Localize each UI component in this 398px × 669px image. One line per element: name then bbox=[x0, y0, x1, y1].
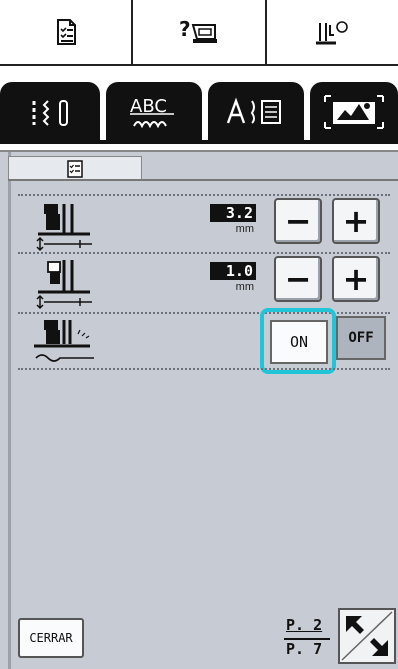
off-button[interactable]: OFF bbox=[336, 316, 386, 360]
pivot-height-value: 1.0 mm bbox=[210, 262, 256, 296]
setting-row-presser-foot-height: 3.2 mm − + bbox=[20, 198, 390, 254]
help-button[interactable]: ? bbox=[133, 0, 267, 64]
value-unit: mm bbox=[235, 281, 254, 293]
embroidery-icon bbox=[324, 95, 384, 129]
screen: ? ABC 3.2 mm − + 1.0 mm − + ON OFF CERRA… bbox=[0, 0, 398, 669]
setting-row-pivot-height: 1.0 mm − + bbox=[20, 256, 390, 312]
page-scroll-button[interactable] bbox=[338, 608, 396, 664]
tab-underline bbox=[100, 140, 398, 144]
decrease-button[interactable]: − bbox=[274, 198, 322, 244]
help-machine-icon: ? bbox=[179, 17, 217, 43]
page-scroll-icon bbox=[341, 611, 393, 661]
tab-decorative-stitches[interactable] bbox=[208, 82, 304, 142]
tab-utility-stitches[interactable] bbox=[0, 82, 100, 144]
decorative-stitch-icon bbox=[226, 97, 281, 124]
page-current: P. 2 bbox=[286, 616, 323, 634]
panel-border bbox=[8, 152, 11, 669]
pivot-height-icon bbox=[36, 260, 92, 310]
utility-stitch-icon bbox=[32, 100, 68, 126]
settings-sheet-icon bbox=[56, 19, 76, 45]
decrease-button[interactable]: − bbox=[274, 256, 322, 302]
character-stitch-icon: ABC bbox=[130, 96, 174, 129]
value-number: 3.2 bbox=[210, 204, 256, 222]
settings-panel: 3.2 mm − + 1.0 mm − + ON OFF CERRAR P. 2… bbox=[0, 150, 398, 669]
divider bbox=[18, 252, 390, 254]
settings-button[interactable] bbox=[0, 0, 134, 64]
svg-text:?: ? bbox=[179, 17, 191, 41]
increase-button[interactable]: + bbox=[332, 256, 380, 302]
on-button[interactable]: ON bbox=[270, 320, 328, 364]
page-indicator: P. 2 P. 7 bbox=[282, 614, 332, 662]
tab-embroidery[interactable] bbox=[310, 82, 398, 142]
presser-foot-height-icon bbox=[36, 204, 92, 252]
subtab-underline bbox=[8, 179, 398, 181]
settings-sheet-icon bbox=[67, 159, 83, 178]
category-tabs: ABC bbox=[0, 66, 398, 150]
subtab-settings[interactable] bbox=[8, 156, 142, 180]
divider bbox=[18, 194, 390, 196]
presser-foot-height-value: 3.2 mm bbox=[210, 204, 256, 238]
increase-button[interactable]: + bbox=[332, 198, 380, 244]
page-total: P. 7 bbox=[286, 640, 323, 658]
value-number: 1.0 bbox=[210, 262, 256, 280]
close-button[interactable]: CERRAR bbox=[18, 618, 84, 658]
tab-character-stitches[interactable]: ABC bbox=[106, 82, 202, 142]
presser-foot-sensor-icon bbox=[34, 320, 94, 362]
needle-mode-icon bbox=[316, 21, 349, 45]
value-unit: mm bbox=[235, 223, 254, 235]
needle-mode-button[interactable] bbox=[267, 0, 398, 64]
divider bbox=[18, 368, 390, 370]
on-button-highlight: ON bbox=[260, 308, 336, 374]
top-toolbar: ? bbox=[0, 0, 398, 66]
